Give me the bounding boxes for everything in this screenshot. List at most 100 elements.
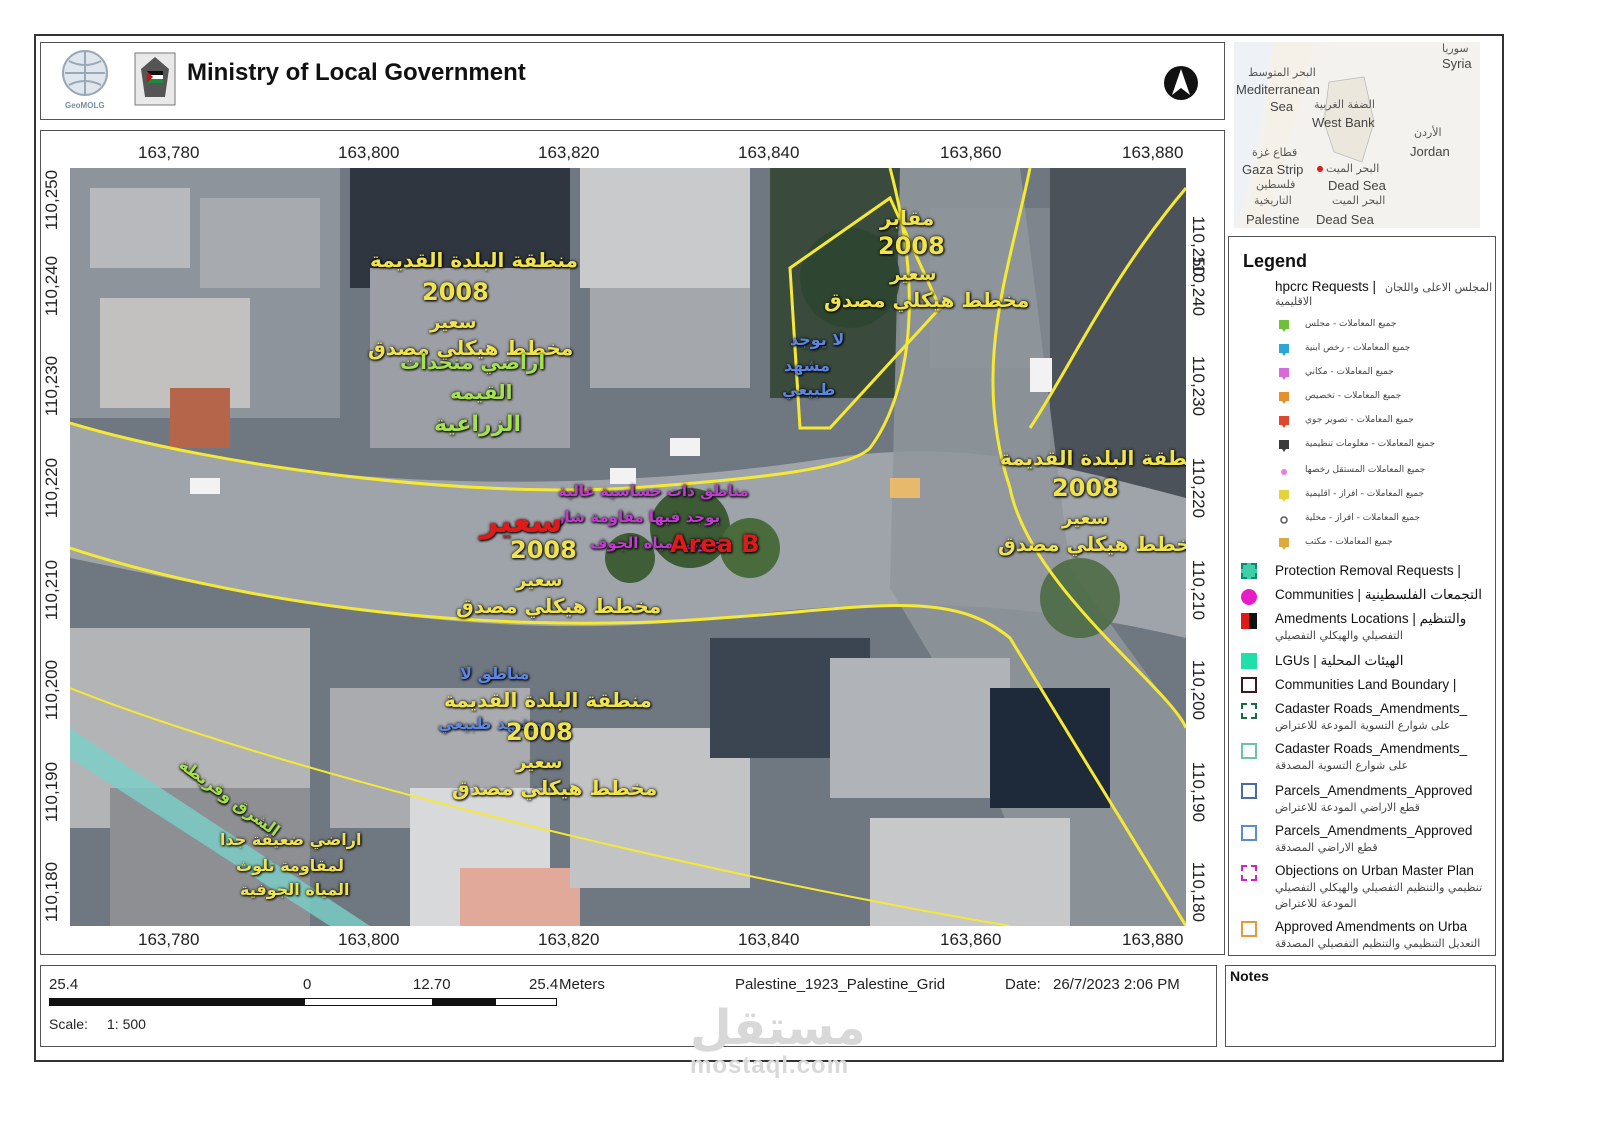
y-tick-right: 110,210 (1189, 559, 1209, 621)
x-tick-top: 163,800 (338, 143, 400, 162)
inset-palestine-ar: فلسطين (1256, 178, 1296, 191)
inset-palestine: Palestine (1246, 212, 1300, 227)
legend-item-objections-ar2: المودعة للاعتراض (1275, 897, 1357, 910)
label-agri-2: القيمه (450, 380, 513, 404)
communities-swatch (1241, 589, 1257, 605)
label-year-cem: 2008 (878, 232, 945, 260)
label-no-area-1: مناطق لا (460, 664, 530, 683)
legend-subitem-label: جميع المعاملات - مجلس (1305, 319, 1397, 329)
cad-roads-approved-swatch (1241, 743, 1257, 759)
label-agri-3: الزراعية (434, 412, 522, 437)
watermark-ar: مستقل (690, 1000, 866, 1056)
inset-deadsea-ar: البحر الميت (1326, 162, 1380, 175)
pin-icon (1279, 320, 1289, 332)
legend-hpcrc: hpcrc Requests | (1275, 279, 1377, 294)
x-tick-bottom: 163,860 (940, 930, 1002, 949)
label-saeer-e: سعير (1062, 508, 1109, 529)
inset-syria: Syria (1442, 56, 1472, 71)
aerial-map-image[interactable]: منطقة البلدة القديمة 2008 سعير مخطط هيكل… (70, 168, 1186, 926)
notes-title: Notes (1230, 968, 1269, 984)
protection-swatch (1241, 563, 1257, 579)
approved-amend-swatch (1241, 921, 1257, 937)
palestine-emblem-logo (134, 52, 176, 106)
label-no-scene-1: لا يوجد (790, 330, 845, 349)
inset-gaza: Gaza Strip (1242, 162, 1304, 177)
parcels-approved-swatch (1241, 825, 1257, 841)
label-agri-1: اراضي منحدات (400, 350, 546, 374)
inset-syria-ar: سوريا (1442, 42, 1469, 55)
map-legend: Legend hpcrc Requests | طلبات المجلس الا… (1228, 236, 1496, 956)
legend-item-parcels-objection: Parcels_Amendments_Approved (1275, 783, 1473, 798)
scale-zero: 0 (303, 976, 312, 993)
inset-deadsea: Dead Sea (1328, 178, 1386, 193)
objections-swatch (1241, 865, 1257, 881)
legend-item-objections-ar: تنظيمي والتنظيم التفصيلي والهيكلي التفصي… (1275, 881, 1483, 894)
scale-left-value: 25.4 (49, 976, 79, 993)
y-tick-left: 110,180 (42, 861, 62, 923)
legend-subitem-label: جميع المعاملات - افراز - اقليمية (1305, 489, 1425, 499)
label-high-sens-2: يوجد فيها مقاومة شار (556, 508, 721, 526)
x-tick-bottom: 163,840 (738, 930, 800, 949)
label-year-nw: 2008 (422, 278, 489, 306)
y-tick-left: 110,190 (42, 761, 62, 823)
label-old-town-nw: منطقة البلدة القديمة (370, 248, 578, 272)
label-high-sens-1: مناطق ذات حساسية عالية (558, 482, 749, 500)
scale-unit: Meters (559, 976, 605, 993)
inset-historic-ar: التاريخية (1254, 194, 1292, 207)
label-weak-1: اراضي ضعيفة جدا (220, 830, 362, 849)
locator-inset-map: سوريا Syria البحر المتوسط Mediterranean … (1234, 42, 1480, 228)
x-tick-top: 163,880 (1122, 143, 1184, 162)
y-tick-left: 110,250 (42, 169, 62, 231)
scale-right-value: 25.4 (529, 976, 559, 993)
location-marker (1317, 166, 1323, 172)
inset-deadsea2: Dead Sea (1316, 212, 1374, 227)
parcels-objection-swatch (1241, 783, 1257, 799)
label-approved-plan-e: مخطط هيكلي مصدق (998, 532, 1186, 556)
legend-item-cad-roads-approved-ar: على شوارع التسوية المصدقة (1275, 759, 1409, 772)
legend-subitem-label: جميع المعاملات - مكتب (1305, 537, 1393, 547)
legend-item-cad-roads-approved: Cadaster Roads_Amendments_ (1275, 741, 1468, 756)
x-tick-bottom: 163,880 (1122, 930, 1184, 949)
inset-sea: Sea (1270, 99, 1294, 114)
y-tick-right: 110,190 (1189, 761, 1209, 823)
pin-icon (1279, 368, 1289, 380)
x-tick-top: 163,840 (738, 143, 800, 162)
x-tick-top: 163,780 (138, 143, 200, 162)
pin-icon (1279, 392, 1289, 404)
y-tick-left: 110,220 (42, 457, 62, 519)
label-year-e: 2008 (1052, 474, 1119, 502)
label-year-s: 2008 (506, 718, 573, 746)
inset-jordan-ar: الأردن (1414, 126, 1442, 139)
inset-deadsea2-ar: البحر الميت (1332, 194, 1386, 207)
label-weak-3: المياه الجوفية (240, 880, 350, 899)
cad-roads-objection-swatch (1241, 703, 1257, 719)
legend-subitem-label: جميع المعاملات - رخص ابنية (1305, 343, 1411, 353)
date-value: 26/7/2023 2:06 PM (1053, 976, 1180, 993)
dot-icon (1281, 469, 1287, 475)
legend-item-parcels-objection-ar: قطع الاراضي المودعة للاعتراض (1275, 801, 1420, 814)
y-tick-left: 110,230 (42, 355, 62, 417)
legend-item-lgus: LGUs | الهيئات المحلية (1275, 653, 1404, 668)
y-tick-left: 110,200 (42, 659, 62, 721)
legend-item-communities: Communities | التجمعات الفلسطينية (1275, 587, 1483, 602)
inset-westbank: West Bank (1312, 115, 1375, 130)
y-tick-right: 110,220 (1189, 457, 1209, 519)
geomolg-globe-logo (62, 50, 108, 96)
watermark-en: mostaql.com (690, 1052, 850, 1079)
legend-subitem-label: جميع المعاملات - معلومات تنظيمية (1305, 439, 1436, 449)
label-saeer-cem: سعير (890, 264, 937, 285)
legend-subitem-label: جميع المعاملات - افراز - محلية (1305, 513, 1421, 523)
x-tick-bottom: 163,780 (138, 930, 200, 949)
north-arrow-icon (1164, 66, 1198, 100)
legend-item-protection: Protection Removal Requests | (1275, 563, 1461, 578)
legend-item-cad-roads-objection-ar: على شوارع التسوية المودعة للاعتراض (1275, 719, 1451, 732)
legend-item-cad-roads-objection: Cadaster Roads_Amendments_ (1275, 701, 1468, 716)
y-tick-right: 110,240 (1189, 255, 1209, 317)
legend-subitem-label: جميع المعاملات - مكاني (1305, 367, 1394, 377)
label-saeer-nw: سعير (430, 312, 477, 333)
x-tick-top: 163,860 (940, 143, 1002, 162)
label-old-town-s: منطقة البلدة القديمة (444, 688, 652, 712)
legend-item-objections: Objections on Urban Master Plan (1275, 863, 1474, 878)
projection-label: Palestine_1923_Palestine_Grid (735, 976, 946, 993)
map-footer: 25.4 0 12.70 25.4 Meters Scale: 1: 500 P… (40, 965, 1217, 1047)
